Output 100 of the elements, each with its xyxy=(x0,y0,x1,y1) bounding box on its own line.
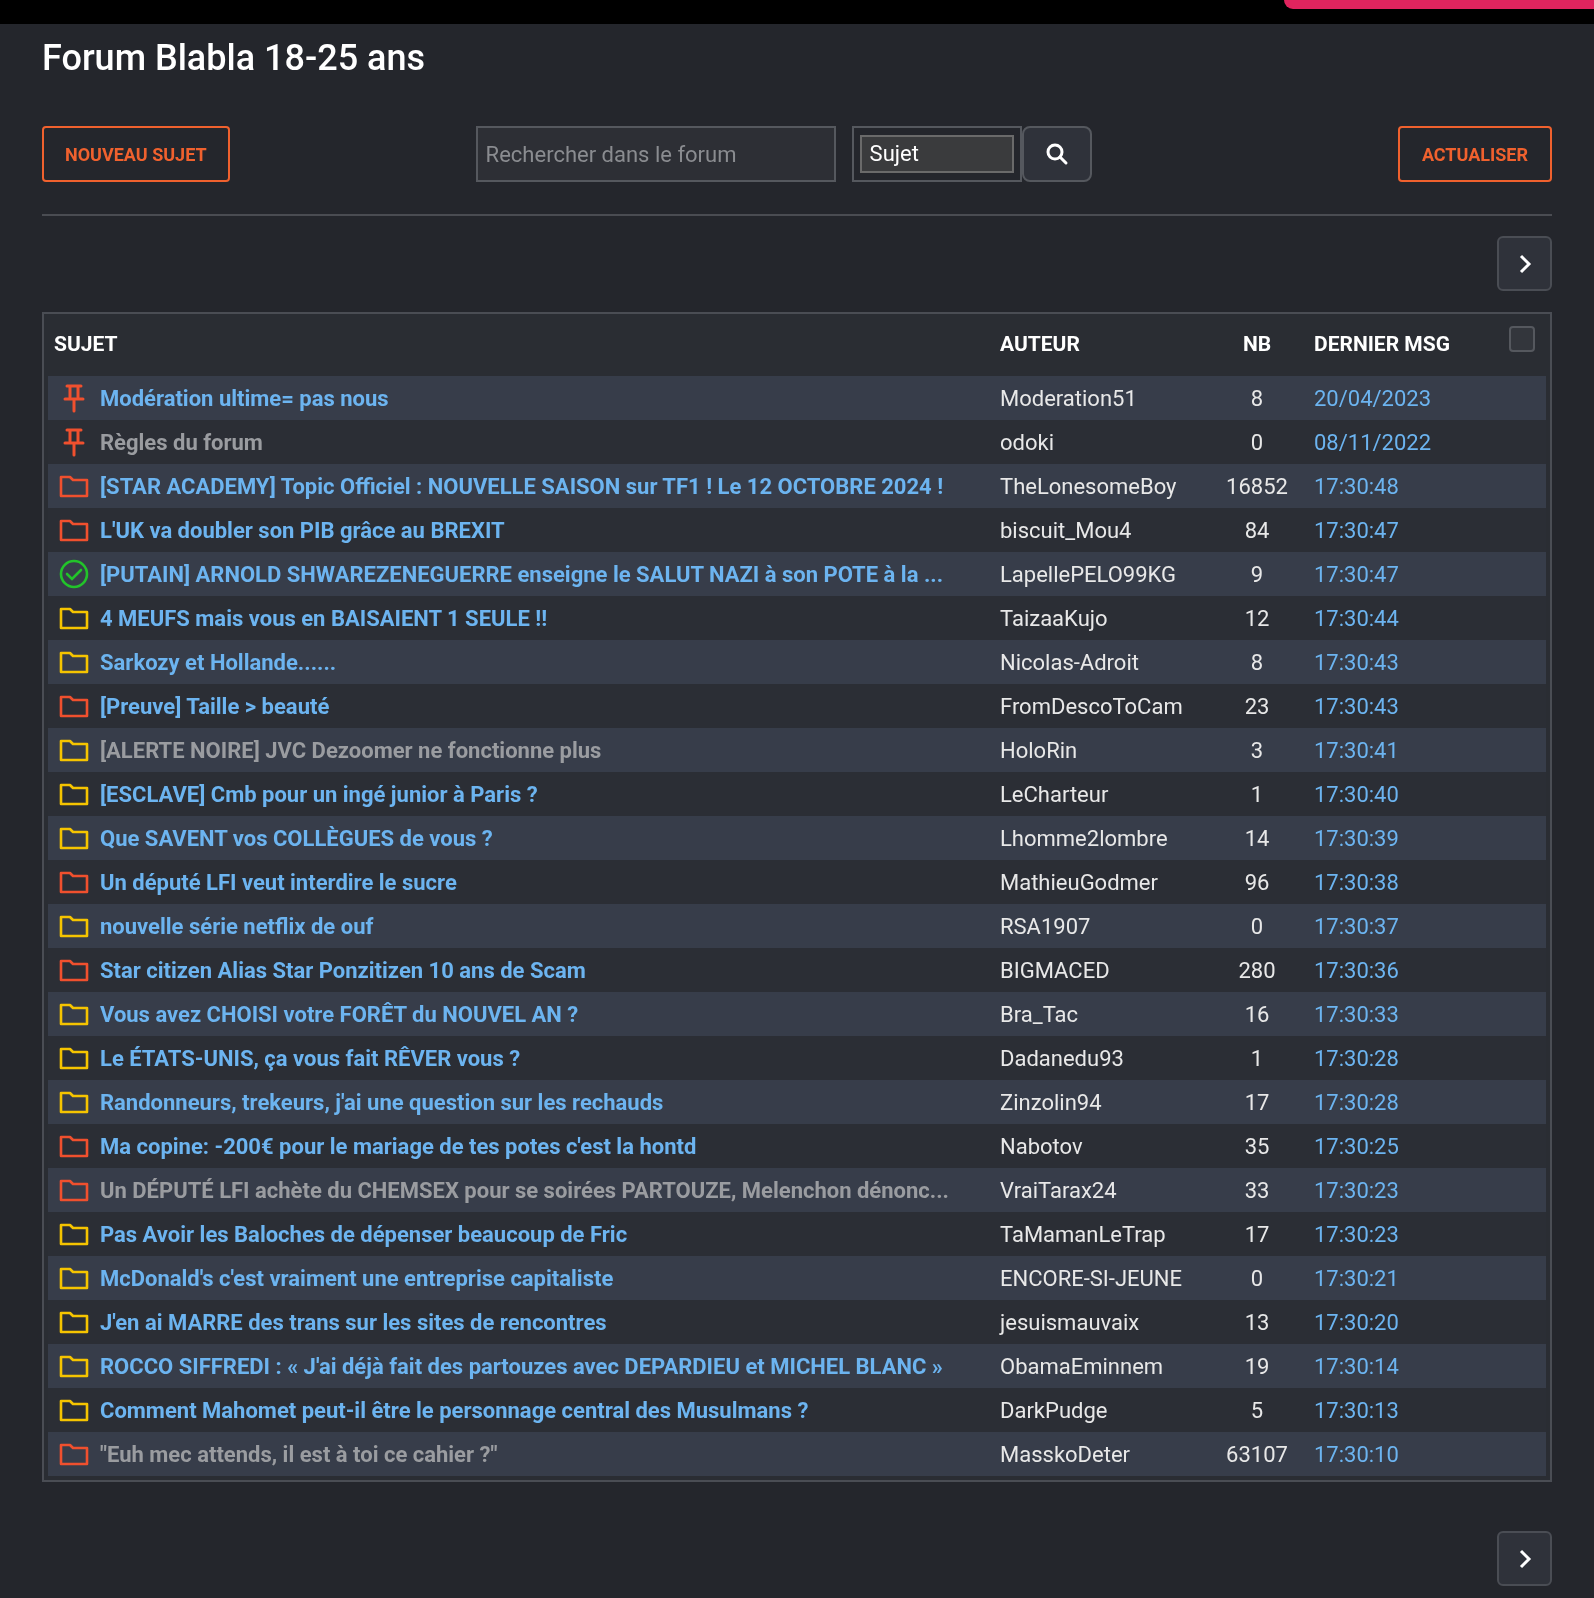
topic-link[interactable]: nouvelle série netflix de ouf xyxy=(100,913,374,939)
author-name: ObamaEminnem xyxy=(1000,1353,1164,1379)
last-message-link[interactable]: 17:30:23 xyxy=(1314,1177,1399,1203)
author-name: Lhomme2lombre xyxy=(1000,825,1168,851)
topic-link[interactable]: Modération ultime= pas nous xyxy=(100,385,389,411)
folder-icon xyxy=(59,606,89,630)
last-message-link[interactable]: 17:30:28 xyxy=(1314,1045,1399,1071)
topic-link[interactable]: 4 MEUFS mais vous en BAISAIENT 1 SEULE !! xyxy=(100,605,548,631)
topic-link[interactable]: [ALERTE NOIRE] JVC Dezoomer ne fonctionne plus xyxy=(100,737,602,763)
folder-icon xyxy=(59,518,89,542)
message-count: 9 xyxy=(1250,560,1264,589)
topic-link[interactable]: L'UK va doubler son PIB grâce au BREXIT xyxy=(100,517,505,543)
topic-link[interactable]: [STAR ACADEMY] Topic Officiel : NOUVELLE SAISON sur TF1 ! Le 12 OCTOBRE 2024 ! xyxy=(100,473,944,499)
topic-link[interactable]: Pas Avoir les Baloches de dépenser beaucoup de Fric xyxy=(100,1221,628,1247)
author-name: DarkPudge xyxy=(1000,1397,1108,1423)
topic-link[interactable]: "Euh mec attends, il est à toi ce cahier ?" xyxy=(100,1441,498,1467)
message-count: 0 xyxy=(1250,912,1264,941)
last-message-link[interactable]: 17:30:33 xyxy=(1314,1001,1399,1027)
refresh-button[interactable]: ACTUALISER xyxy=(1397,126,1552,182)
message-count: 33 xyxy=(1244,1176,1270,1205)
column-header: DERNIER MSG xyxy=(1314,331,1451,359)
author-name: MasskoDeter xyxy=(1000,1441,1130,1467)
column-header: AUTEUR xyxy=(1000,331,1081,359)
last-message-link[interactable]: 17:30:47 xyxy=(1314,561,1399,587)
message-count: 17 xyxy=(1244,1220,1270,1249)
last-message-link[interactable]: 17:30:36 xyxy=(1314,957,1399,983)
last-message-link[interactable]: 17:30:10 xyxy=(1314,1441,1399,1467)
topic-link[interactable]: [Preuve] Taille > beauté xyxy=(100,693,330,719)
chevron-right-icon xyxy=(1517,1547,1532,1570)
folder-icon xyxy=(59,650,89,674)
topic-link[interactable]: ROCCO SIFFREDI : « J'ai déjà fait des partouzes avec DEPARDIEU et MICHEL BLANC » xyxy=(100,1353,943,1379)
last-message-link[interactable]: 17:30:14 xyxy=(1314,1353,1399,1379)
topic-link[interactable]: Un DÉPUTÉ LFI achète du CHEMSEX pour se soirées PARTOUZE, Melenchon dénonc... xyxy=(100,1177,949,1203)
last-message-link[interactable]: 17:30:13 xyxy=(1314,1397,1399,1423)
topic-link[interactable]: Randonneurs, trekeurs, j'ai une question sur les rechauds xyxy=(100,1089,664,1115)
folder-icon xyxy=(59,1134,89,1158)
last-message-link[interactable]: 17:30:48 xyxy=(1314,473,1399,499)
last-message-link[interactable]: 17:30:37 xyxy=(1314,913,1399,939)
last-message-link[interactable]: 17:30:47 xyxy=(1314,517,1399,543)
topic-link[interactable]: Vous avez CHOISI votre FORÊT du NOUVEL AN ? xyxy=(100,1001,579,1027)
message-count: 16852 xyxy=(1226,472,1288,501)
author-name: jesuismauvaix xyxy=(1000,1309,1140,1335)
last-message-link[interactable]: 17:30:20 xyxy=(1314,1309,1399,1335)
select-all-checkbox[interactable] xyxy=(1509,326,1535,352)
search-field[interactable]: Rechercher dans le forum xyxy=(475,126,836,182)
message-count: 13 xyxy=(1244,1308,1270,1337)
column-header: NB xyxy=(1242,331,1272,359)
folder-icon xyxy=(59,1266,89,1290)
last-message-link[interactable]: 17:30:28 xyxy=(1314,1089,1399,1115)
author-name: TaizaaKujo xyxy=(1000,605,1108,631)
pin-icon xyxy=(62,427,86,457)
last-message-link[interactable]: 20/04/2023 xyxy=(1314,385,1432,411)
author-name: odoki xyxy=(1000,429,1054,455)
last-message-link[interactable]: 08/11/2022 xyxy=(1314,429,1432,455)
topic-link[interactable]: Sarkozy et Hollande...... xyxy=(100,649,337,675)
last-message-link[interactable]: 17:30:41 xyxy=(1314,737,1399,763)
last-message-link[interactable]: 17:30:43 xyxy=(1314,649,1399,675)
topic-link[interactable]: McDonald's c'est vraiment une entreprise capitaliste xyxy=(100,1265,614,1291)
message-count: 0 xyxy=(1250,428,1264,457)
message-count: 84 xyxy=(1244,516,1270,545)
search-icon xyxy=(1044,142,1069,166)
search-button[interactable] xyxy=(1021,126,1092,182)
message-count: 8 xyxy=(1250,384,1264,413)
column-header: SUJET xyxy=(54,331,119,359)
author-name: Nabotov xyxy=(1000,1133,1083,1159)
folder-icon xyxy=(59,1046,89,1070)
topic-link[interactable]: Ma copine: -200€ pour le mariage de tes potes c'est la hontd xyxy=(100,1133,697,1159)
last-message-link[interactable]: 17:30:23 xyxy=(1314,1221,1399,1247)
author-name: TaMamanLeTrap xyxy=(1000,1221,1166,1247)
topic-link[interactable]: Que SAVENT vos COLLÈGUES de vous ? xyxy=(100,825,493,851)
message-count: 35 xyxy=(1244,1132,1270,1161)
last-message-link[interactable]: 17:30:40 xyxy=(1314,781,1399,807)
topic-link[interactable]: Un député LFI veut interdire le sucre xyxy=(100,869,457,895)
new-topic-button[interactable]: NOUVEAU SUJET xyxy=(42,126,230,182)
last-message-link[interactable]: 17:30:43 xyxy=(1314,693,1399,719)
topic-link[interactable]: Règles du forum xyxy=(100,429,263,455)
topic-link[interactable]: Comment Mahomet peut-il être le personnage central des Musulmans ? xyxy=(100,1397,809,1423)
message-count: 14 xyxy=(1244,824,1270,853)
author-name: Nicolas-Adroit xyxy=(1000,649,1139,675)
page-title: Forum Blabla 18-25 ans xyxy=(42,36,425,80)
pin-icon xyxy=(62,383,86,413)
topic-link[interactable]: [PUTAIN] ARNOLD SHWAREZENEGUERRE enseigne le SALUT NAZI à son POTE à la ... xyxy=(100,561,944,587)
author-name: ENCORE-SI-JEUNE xyxy=(1000,1265,1183,1291)
last-message-link[interactable]: 17:30:44 xyxy=(1314,605,1399,631)
author-name: biscuit_Mou4 xyxy=(1000,517,1132,543)
next-page-button[interactable] xyxy=(1497,236,1552,291)
search-scope-dropdown[interactable]: Sujet xyxy=(851,126,1022,182)
last-message-link[interactable]: 17:30:21 xyxy=(1314,1265,1399,1291)
last-message-link[interactable]: 17:30:38 xyxy=(1314,869,1399,895)
topic-link[interactable]: Star citizen Alias Star Ponzitizen 10 ans de Scam xyxy=(100,957,586,983)
topic-link[interactable]: Le ÉTATS-UNIS, ça vous fait RÊVER vous ? xyxy=(100,1045,521,1071)
message-count: 3 xyxy=(1250,736,1264,765)
last-message-link[interactable]: 17:30:39 xyxy=(1314,825,1399,851)
author-name: Dadanedu93 xyxy=(1000,1045,1124,1071)
topic-link[interactable]: J'en ai MARRE des trans sur les sites de rencontres xyxy=(100,1309,607,1335)
folder-icon xyxy=(59,474,89,498)
author-name: BIGMACED xyxy=(1000,957,1110,983)
topic-link[interactable]: [ESCLAVE] Cmb pour un ingé junior à Paris ? xyxy=(100,781,538,807)
next-page-button[interactable] xyxy=(1497,1531,1552,1586)
last-message-link[interactable]: 17:30:25 xyxy=(1314,1133,1399,1159)
